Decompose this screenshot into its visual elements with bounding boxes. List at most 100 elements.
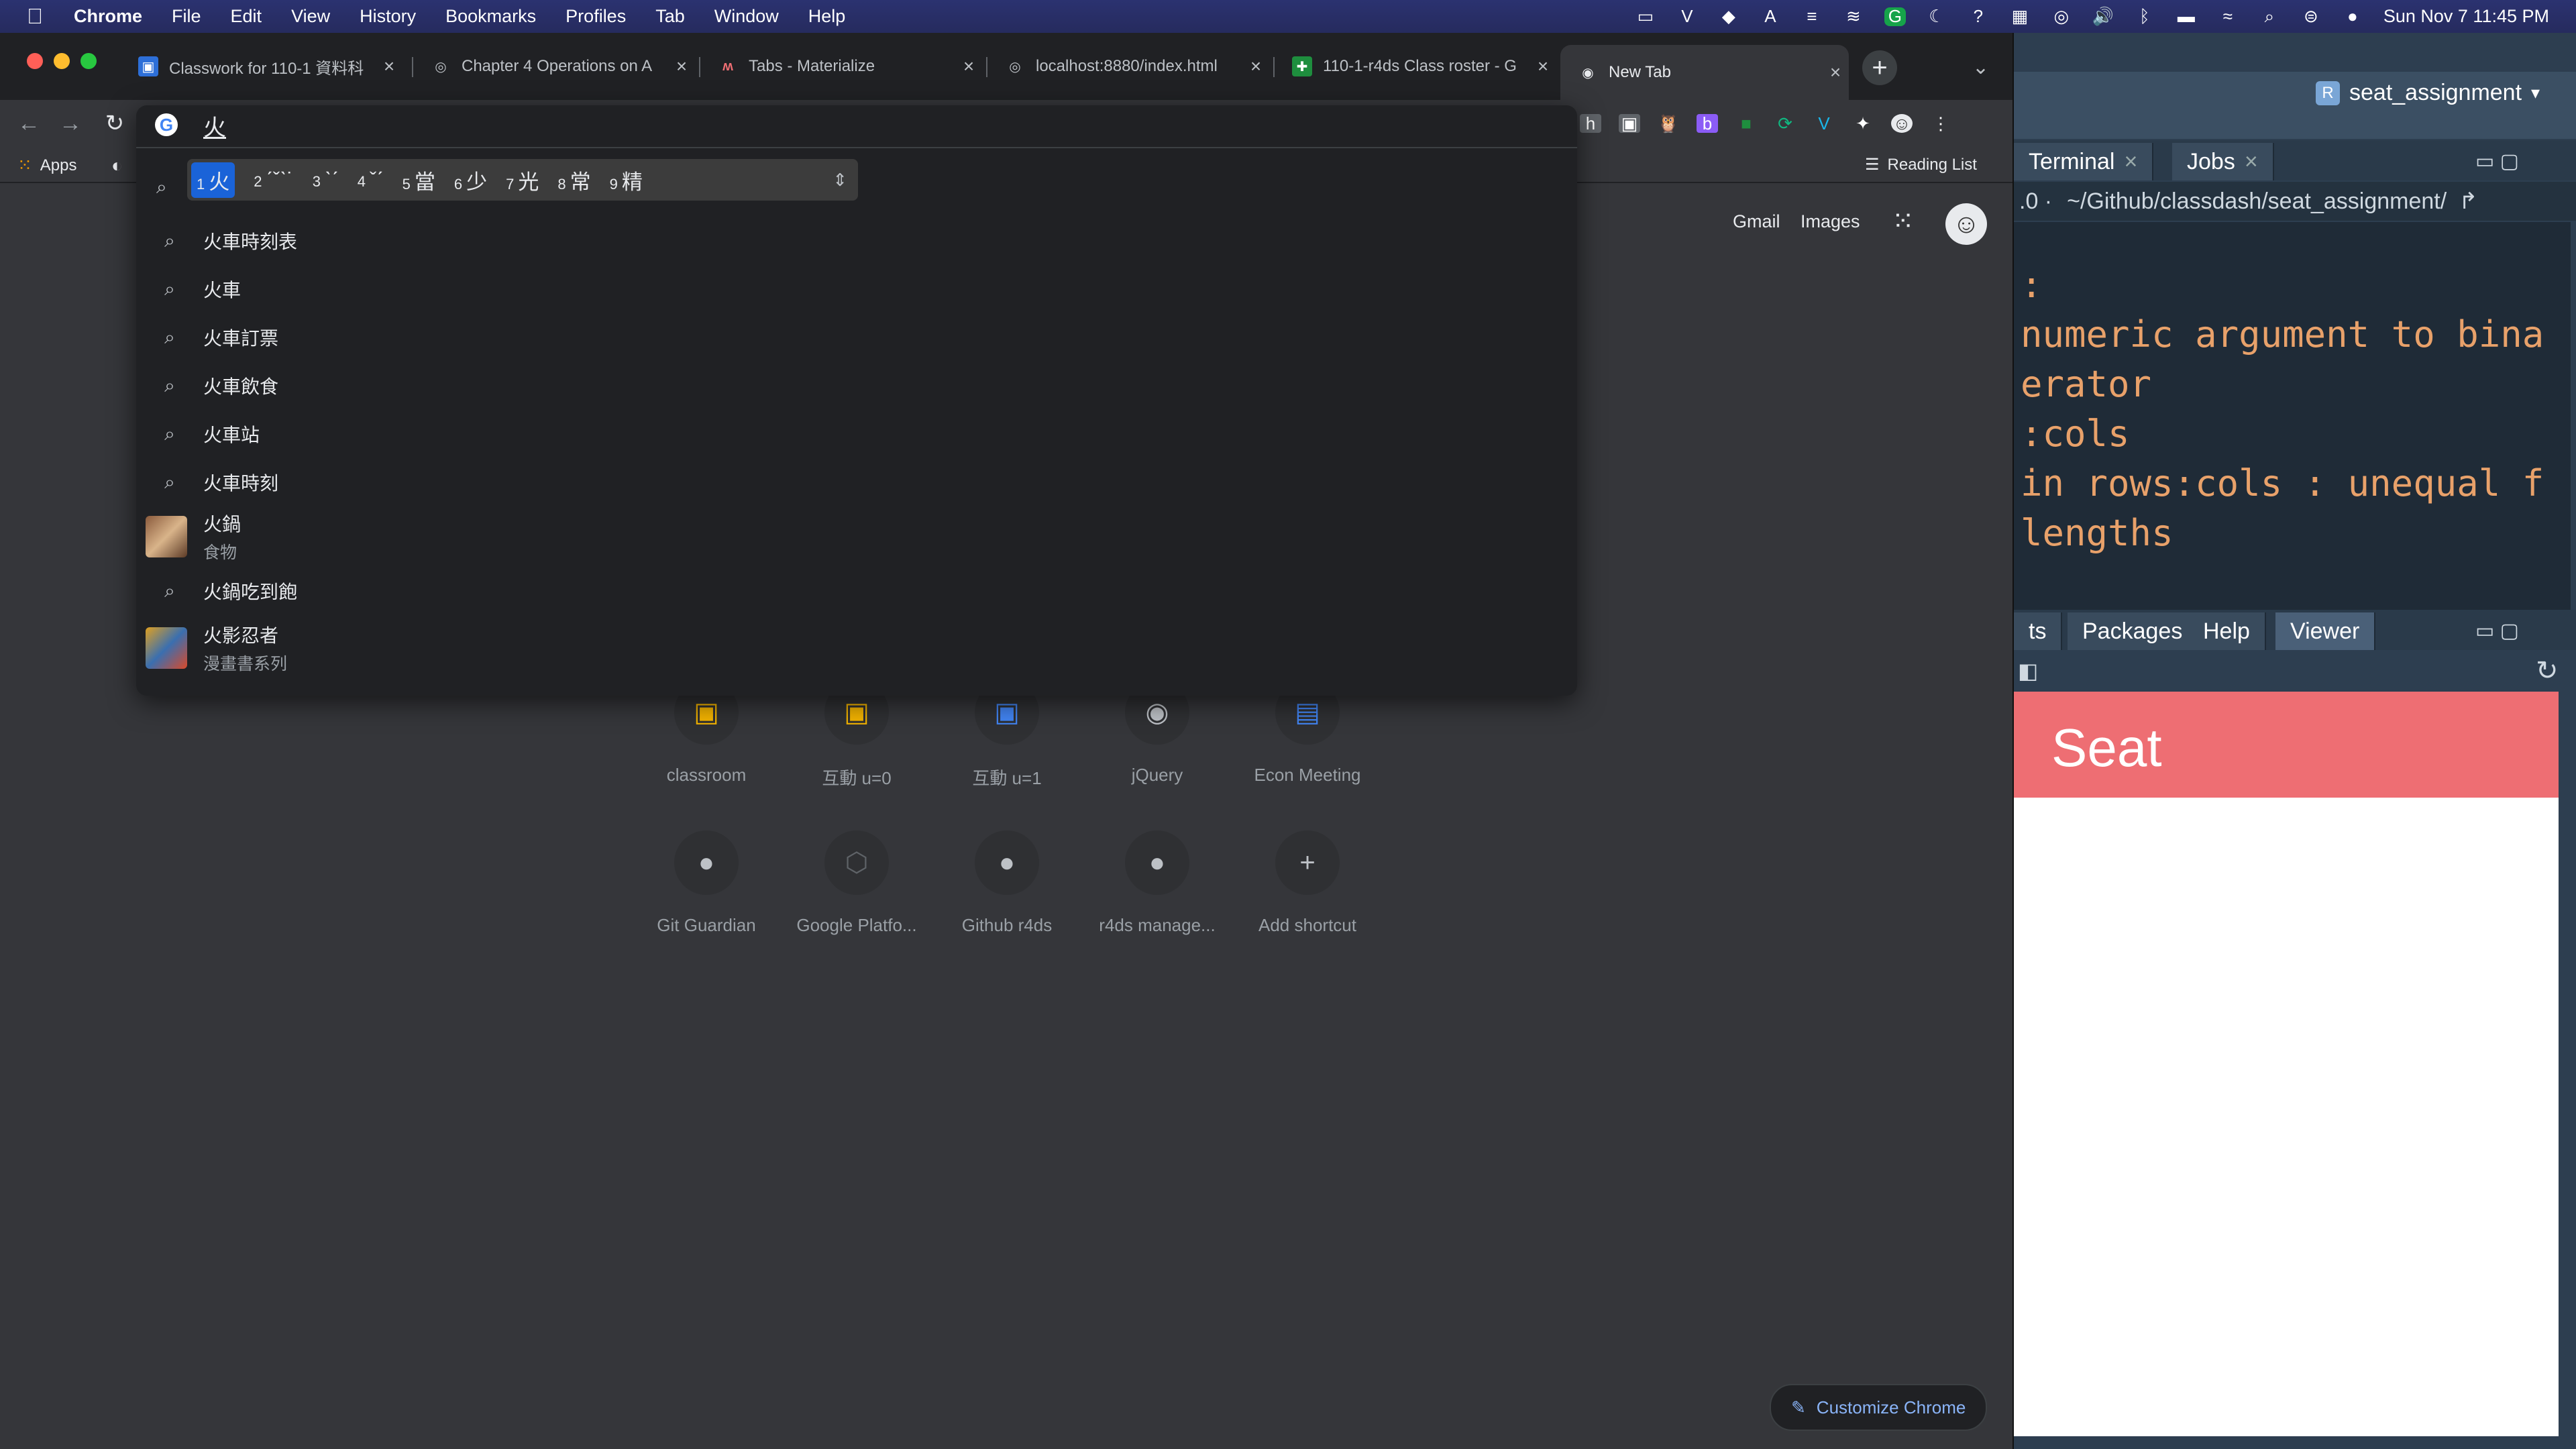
shortcut-github-r4ds[interactable]: ● Github r4ds <box>940 830 1074 965</box>
suggestion-row[interactable]: ⌕ 火車時刻表 <box>136 217 1577 265</box>
bluetooth-icon[interactable]: ᛒ <box>2134 6 2155 26</box>
menu-edit[interactable]: Edit <box>231 6 262 27</box>
extension-refresh-icon[interactable]: ⟳ <box>1774 113 1796 133</box>
extension-window-icon[interactable]: ▣ <box>1619 113 1640 133</box>
siri-icon[interactable]: ● <box>2342 6 2363 26</box>
add-shortcut-button[interactable]: + Add shortcut <box>1240 830 1375 965</box>
tab-classwork[interactable]: ▣ Classwork for 110-1 資料科 × <box>121 45 402 88</box>
grammarly-icon[interactable]: G <box>1884 6 1906 26</box>
ime-candidate-7[interactable]: 7光 <box>506 165 539 195</box>
close-tab-icon[interactable]: × <box>1822 62 1849 83</box>
moon-icon[interactable]: ☾ <box>1926 6 1947 26</box>
shortcut-r4ds-manage[interactable]: ● r4ds manage... <box>1090 830 1224 965</box>
profile-avatar[interactable]: ☺ <box>1891 113 1913 133</box>
ime-page-arrows-icon[interactable]: ⇕ <box>833 170 847 191</box>
menubar-clock[interactable]: Sun Nov 7 11:45 PM <box>2383 6 2549 27</box>
shortcut-jquery[interactable]: ◉ jQuery <box>1090 680 1224 814</box>
close-icon[interactable]: × <box>2245 149 2258 175</box>
extension-meet-icon[interactable]: ■ <box>1735 113 1757 133</box>
shortcut-git-guardian[interactable]: ● Git Guardian <box>639 830 773 965</box>
ime-candidate-1[interactable]: 1火 <box>191 162 235 198</box>
menu-profiles[interactable]: Profiles <box>566 6 626 27</box>
ime-candidate-2[interactable]: 2 ˊˇˋ˙ <box>254 168 294 192</box>
ime-candidate-5[interactable]: 5當 <box>402 165 435 195</box>
shortcut-interact-u1[interactable]: ▣ 互動 u=1 <box>940 680 1074 814</box>
menu-app-name[interactable]: Chrome <box>74 6 142 27</box>
tab-new-tab[interactable]: ◉ New Tab × <box>1560 45 1849 100</box>
minimize-pane-icon[interactable]: ▭ ▢ <box>2475 150 2519 173</box>
volume-icon[interactable]: 🔊 <box>2092 6 2114 26</box>
refresh-icon[interactable]: ↻ <box>2536 655 2559 686</box>
account-avatar[interactable]: ☺ <box>1945 203 1987 245</box>
shortcut-classroom[interactable]: ▣ classroom <box>639 680 773 814</box>
wifi-icon[interactable]: ≈ <box>2217 6 2239 26</box>
dropbox-icon[interactable]: ◆ <box>1718 6 1739 26</box>
forward-button[interactable]: → <box>55 108 86 139</box>
menu-extra-2-icon[interactable]: ≋ <box>1843 6 1864 26</box>
extension-h-icon[interactable]: h <box>1580 113 1601 133</box>
apps-shortcut[interactable]: ⁙ Apps <box>17 155 77 176</box>
suggestion-row[interactable]: ⌕ 火車飲食 <box>136 362 1577 410</box>
chrome-menu-icon[interactable]: ⋮ <box>1930 113 1951 133</box>
close-tab-icon[interactable]: × <box>668 56 695 77</box>
tab-jobs[interactable]: Jobs × <box>2172 143 2274 180</box>
images-link[interactable]: Images <box>1801 211 1860 232</box>
suggestion-row-entity[interactable]: 火鍋 食物 <box>136 506 1577 567</box>
tab-terminal[interactable]: Terminal × <box>2014 143 2154 180</box>
close-tab-icon[interactable]: × <box>955 56 982 77</box>
app-store-icon[interactable]: A <box>1760 6 1781 26</box>
suggestion-row[interactable]: ⌕ 火車 <box>136 265 1577 313</box>
back-button[interactable]: ← <box>13 108 44 139</box>
display-icon[interactable]: ▭ <box>1635 6 1656 26</box>
clear-viewer-icon[interactable]: ◧ <box>2018 658 2038 684</box>
close-tab-icon[interactable]: × <box>1242 56 1269 77</box>
vimeo-icon[interactable]: V <box>1676 6 1698 26</box>
suggestion-row[interactable]: ⌕ 火鍋吃到飽 <box>136 567 1577 615</box>
close-tab-icon[interactable]: × <box>1529 56 1556 77</box>
tab-help[interactable]: Help <box>2188 612 2266 650</box>
omnibox-input[interactable]: 火 <box>203 109 226 142</box>
menu-bookmarks[interactable]: Bookmarks <box>445 6 536 27</box>
bookmark-globe-icon[interactable]: ◐ <box>111 155 123 176</box>
project-selector[interactable]: R seat_assignment ▾ <box>2316 80 2540 106</box>
menu-help[interactable]: Help <box>808 6 846 27</box>
minimize-pane-icon[interactable]: ▭ ▢ <box>2475 619 2519 643</box>
menu-history[interactable]: History <box>360 6 416 27</box>
tab-materialize[interactable]: ʍ Tabs - Materialize × <box>700 45 982 88</box>
close-window-button[interactable] <box>27 53 43 69</box>
help-circle-icon[interactable]: ? <box>1968 6 1989 26</box>
menu-file[interactable]: File <box>172 6 201 27</box>
spotlight-search-icon[interactable]: ⌕ <box>2259 6 2280 26</box>
close-icon[interactable]: × <box>2124 149 2137 175</box>
extension-owl-icon[interactable]: 🦉 <box>1658 113 1679 133</box>
tab-plots[interactable]: ts <box>2014 612 2063 650</box>
shortcut-google-platform[interactable]: ⬡ Google Platfo... <box>790 830 924 965</box>
tab-search-chevron-icon[interactable]: ⌄ <box>1972 56 1989 79</box>
menu-extra-icon[interactable]: ≡ <box>1801 6 1823 26</box>
extension-vimeo-icon[interactable]: V <box>1813 113 1835 133</box>
tab-class-roster[interactable]: ✚ 110-1-r4ds Class roster - G × <box>1275 45 1556 88</box>
goto-directory-icon[interactable]: ↱ <box>2459 188 2478 215</box>
new-tab-button[interactable]: + <box>1862 50 1897 85</box>
customize-chrome-button[interactable]: ✎ Customize Chrome <box>1770 1384 1988 1431</box>
extension-b-icon[interactable]: b <box>1697 113 1718 133</box>
ime-candidate-6[interactable]: 6少 <box>454 165 487 195</box>
suggestion-row[interactable]: ⌕ 火車站 <box>136 410 1577 458</box>
apple-menu-icon[interactable]:  <box>27 4 54 29</box>
tab-localhost[interactable]: ◎ localhost:8880/index.html × <box>987 45 1269 88</box>
gmail-link[interactable]: Gmail <box>1733 211 1780 232</box>
extensions-puzzle-icon[interactable]: ✦ <box>1852 113 1874 133</box>
battery-icon[interactable]: ▬ <box>2176 6 2197 26</box>
ime-candidate-8[interactable]: 8常 <box>557 165 590 195</box>
menu-window[interactable]: Window <box>714 6 779 27</box>
omnibox[interactable]: G 火 <box>136 105 1577 147</box>
ime-candidate-3[interactable]: 3 ˋˊ <box>313 168 339 192</box>
tab-chapter4[interactable]: ◎ Chapter 4 Operations on A × <box>413 45 695 88</box>
calendar-icon[interactable]: ▦ <box>2009 6 2031 26</box>
reload-button[interactable]: ↻ <box>99 108 130 139</box>
menu-view[interactable]: View <box>291 6 330 27</box>
close-tab-icon[interactable]: × <box>376 56 402 77</box>
suggestion-row[interactable]: ⌕ 火車訂票 <box>136 313 1577 362</box>
tab-viewer[interactable]: Viewer <box>2275 612 2376 650</box>
suggestion-row[interactable]: ⌕ 火車時刻 <box>136 458 1577 506</box>
